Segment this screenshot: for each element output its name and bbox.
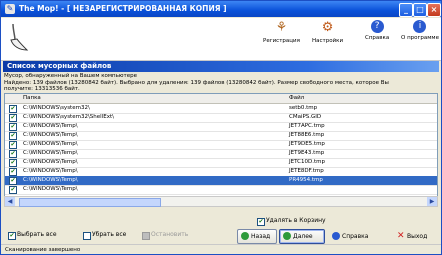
row-file: CMaiPS.GID: [289, 114, 322, 120]
back-button[interactable]: Назад: [237, 229, 277, 244]
row-file: JET7APC.tmp: [289, 123, 325, 129]
next-button-label: Далее: [293, 233, 313, 240]
toolbar-about-label: О программе: [401, 35, 439, 41]
horizontal-scrollbar[interactable]: ◀ ▶: [4, 196, 438, 207]
scrollbar-thumb[interactable]: [19, 198, 161, 207]
table-header: Папка Файл: [5, 94, 437, 104]
settings-icon: ⚙: [321, 20, 334, 35]
row-file: PR4954.tmp: [289, 177, 323, 183]
summary-line-3: получите: 13313536 байт.: [4, 86, 80, 92]
row-checkbox[interactable]: ✔: [9, 159, 17, 167]
row-checkbox[interactable]: ✔: [9, 186, 17, 194]
toolbar-settings-label: Настройки: [312, 38, 344, 44]
row-folder: C:\WINDOWS\Temp\: [23, 123, 78, 129]
section-title: Список мусорных файлов: [7, 62, 112, 70]
recycle-label: Удалять в Корзину: [266, 217, 326, 224]
row-folder: C:\WINDOWS\Temp\: [23, 177, 78, 183]
column-header-folder[interactable]: Папка: [23, 95, 41, 101]
junk-files-table[interactable]: Папка Файл ✔ C:\WINDOWS\system32\ setb0.tm…: [4, 93, 438, 197]
toolbar-help-button[interactable]: ? Справка: [365, 20, 389, 41]
row-checkbox[interactable]: ✔: [9, 123, 17, 131]
select-all-button[interactable]: Выбрать все: [17, 231, 57, 238]
help-button-label: Справка: [342, 233, 369, 240]
help-button[interactable]: Справка: [328, 229, 378, 244]
toolbar-about-button[interactable]: i О программе: [401, 20, 439, 41]
close-button[interactable]: ×: [427, 3, 441, 17]
row-checkbox[interactable]: ✔: [9, 141, 17, 149]
exit-x-icon: ✕: [397, 230, 405, 241]
section-header: Список мусорных файлов: [3, 61, 439, 72]
row-checkbox[interactable]: ✔: [9, 114, 17, 122]
row-checkbox[interactable]: ✔: [9, 168, 17, 176]
next-arrow-icon: [283, 231, 291, 240]
register-icon: ⚘: [275, 20, 288, 35]
back-button-label: Назад: [251, 233, 271, 240]
scroll-left-icon[interactable]: ◀: [5, 197, 15, 206]
row-folder: C:\WINDOWS\Temp\: [23, 159, 78, 165]
select-all-checkbox[interactable]: ✔: [8, 232, 16, 240]
row-checkbox[interactable]: ✔: [9, 150, 17, 158]
row-folder: C:\WINDOWS\Temp\: [23, 186, 78, 192]
row-checkbox[interactable]: ✔: [9, 105, 17, 113]
toolbar-register-label: Регистрация: [263, 38, 300, 44]
status-bar: Сканирование завершено: [1, 244, 441, 254]
row-folder: C:\WINDOWS\Temp\: [23, 168, 78, 174]
minimize-button[interactable]: _: [399, 3, 413, 17]
app-window: ✎ The Mop! - [ НЕЗАРЕГИСТРИРОВАННАЯ КОПИ…: [0, 0, 442, 255]
exit-button[interactable]: ✕ Выход: [393, 229, 439, 244]
exit-button-label: Выход: [407, 233, 428, 240]
row-checkbox[interactable]: ✔: [9, 177, 17, 185]
scroll-right-icon[interactable]: ▶: [427, 197, 437, 206]
table-row[interactable]: ✔ C:\WINDOWS\Temp\: [5, 185, 437, 195]
help-circle-icon: [332, 231, 340, 240]
row-file: JET9DE5.tmp: [289, 141, 325, 147]
row-folder: C:\WINDOWS\system32\: [23, 105, 90, 111]
toolbar-register-button[interactable]: ⚘ Регистрация: [263, 20, 300, 44]
row-file: JET88E6.tmp: [289, 132, 325, 138]
about-icon: i: [413, 20, 427, 33]
row-checkbox[interactable]: ✔: [9, 132, 17, 140]
row-folder: C:\WINDOWS\Temp\: [23, 141, 78, 147]
column-header-file[interactable]: Файл: [289, 95, 304, 101]
toolbar-settings-button[interactable]: ⚙ Настройки: [312, 20, 343, 44]
broom-logo-icon: [10, 23, 29, 51]
back-arrow-icon: [241, 231, 249, 240]
app-icon: ✎: [5, 4, 15, 14]
row-file: JETC10D.tmp: [289, 159, 325, 165]
deselect-all-button[interactable]: Убрать все: [92, 231, 126, 238]
row-file: JETE8DF.tmp: [289, 168, 324, 174]
toolbar-help-label: Справка: [365, 35, 390, 41]
maximize-button[interactable]: □: [413, 3, 427, 17]
help-icon: ?: [370, 20, 384, 33]
toolbar: ⚘ Регистрация ⚙ Настройки ? Справка i О …: [1, 18, 441, 61]
stop-button[interactable]: Остановить: [151, 231, 188, 238]
row-folder: C:\WINDOWS\Temp\: [23, 150, 78, 156]
title-bar: ✎ The Mop! - [ НЕЗАРЕГИСТРИРОВАННАЯ КОПИ…: [1, 1, 441, 17]
status-text: Сканирование завершено: [5, 247, 81, 253]
window-title: The Mop! - [ НЕЗАРЕГИСТРИРОВАННАЯ КОПИЯ …: [19, 4, 227, 13]
deselect-all-checkbox[interactable]: [83, 232, 91, 240]
next-button[interactable]: Далее: [279, 229, 325, 244]
row-folder: C:\WINDOWS\system32\ShellExt\: [23, 114, 114, 120]
row-file: setb0.tmp: [289, 105, 318, 111]
scan-summary: Мусор, обнаруженный на Вашем компьютере …: [4, 73, 440, 93]
recycle-checkbox[interactable]: ✔: [257, 218, 265, 226]
stop-icon: [142, 232, 150, 240]
row-file: JET9E43.tmp: [289, 150, 325, 156]
row-folder: C:\WINDOWS\Temp\: [23, 132, 78, 138]
